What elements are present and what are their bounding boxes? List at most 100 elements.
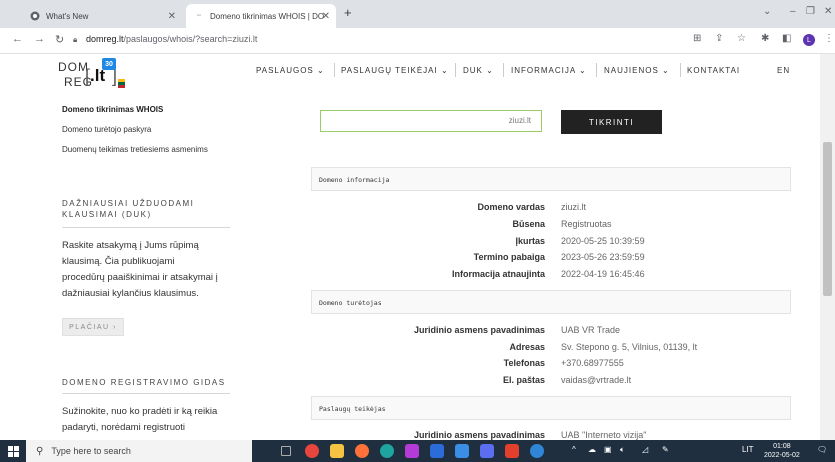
task-view-icon[interactable] [281, 446, 291, 456]
back-icon[interactable]: ← [12, 33, 23, 45]
domreg-favicon-icon: ▫▫ [196, 13, 202, 19]
bookmark-star-icon[interactable]: ☆ [737, 33, 746, 44]
nav-language-en[interactable]: EN [777, 66, 790, 75]
field-value: Sv. Stepono g. 5, Vilnius, 01139, lt [561, 342, 698, 352]
network-icon[interactable]: ◿ [642, 445, 648, 454]
outlook-icon[interactable] [455, 444, 469, 458]
powerpoint-icon[interactable] [505, 444, 519, 458]
field-value[interactable]: vaidas@vrtrade.lt [561, 375, 631, 385]
nav-paslaugos[interactable]: PASLAUGOS ⌄ [256, 66, 325, 75]
faq-text: Raskite atsakymą į Jums rūpimą klausimą.… [62, 238, 237, 302]
lithuanian-flag-icon [118, 79, 125, 88]
domreg-logo[interactable]: DOM REG [ .lt ] 30 [58, 58, 128, 92]
field-value: +370.68977555 [561, 358, 624, 368]
provider-header: Paslaugų teikėjas [311, 396, 791, 420]
maximize-icon[interactable]: ❐ [806, 6, 815, 17]
tab-domreg-whois[interactable]: ▫▫ Domeno tikrinimas WHOIS | DO ✕ [186, 4, 336, 28]
guide-text-line: padaryti, norėdami registruoti [62, 422, 186, 433]
forward-icon[interactable]: → [34, 33, 45, 45]
new-tab-button[interactable]: + [344, 5, 352, 20]
scrollbar-thumb[interactable] [823, 142, 832, 296]
field-value: 2023-05-26 23:59:59 [561, 252, 645, 262]
clock-time: 01:08 [773, 443, 791, 450]
faq-text-line: dažniausiai kylančius klausimus. [62, 288, 199, 299]
taskbar-search-box[interactable]: ⚲ Type here to search [26, 440, 252, 462]
pen-icon[interactable]: ✎ [662, 445, 669, 454]
chrome-taskbar-icon[interactable] [305, 444, 319, 458]
url-field[interactable]: domreg.lt/paslaugos/whois/?search=ziuzi.… [86, 34, 257, 44]
edge-icon[interactable] [380, 444, 394, 458]
volume-icon[interactable]: 🔈︎ [620, 445, 625, 455]
app-icon[interactable] [405, 444, 419, 458]
faq-text-line: procedūrų paaiškinimai ir atsakymai į [62, 272, 218, 283]
store-icon[interactable] [480, 444, 494, 458]
onedrive-icon[interactable]: ☁ [588, 445, 596, 454]
tab-title: Domeno tikrinimas WHOIS | DO [210, 11, 325, 21]
close-icon[interactable]: ✕ [322, 11, 330, 22]
guide-text: Sužinokite, nuo ko pradėti ir ką reikia … [62, 404, 237, 436]
display-icon[interactable]: ▣ [604, 445, 612, 454]
nav-duk[interactable]: DUK ⌄ [463, 66, 494, 75]
field-label: Adresas [509, 342, 545, 352]
close-window-icon[interactable]: ✕ [824, 6, 832, 17]
menu-kebab-icon[interactable]: ⋮ [824, 33, 834, 44]
taskbar-clock[interactable]: 01:08 2022-05-02 [764, 442, 800, 460]
share-icon[interactable]: ⇪ [715, 33, 723, 44]
nav-kontaktai[interactable]: KONTAKTAI [687, 66, 740, 75]
domain-search-input[interactable]: ziuzi.lt [320, 110, 542, 132]
faq-divider [62, 227, 230, 228]
translate-icon[interactable]: ⊞ [693, 33, 701, 44]
firefox-icon[interactable] [355, 444, 369, 458]
field-label: Domeno vardas [477, 202, 545, 212]
nav-informacija[interactable]: INFORMACIJA ⌄ [511, 66, 587, 75]
field-label: Juridinio asmens pavadinimas [413, 325, 545, 335]
site-header: DOM REG [ .lt ] 30 [0, 54, 835, 96]
field-value: ziuzi.lt [561, 202, 587, 212]
reload-icon[interactable]: ↻ [55, 33, 64, 46]
word-icon[interactable] [430, 444, 444, 458]
side-panel-icon[interactable]: ◧ [782, 33, 791, 44]
close-icon[interactable]: ✕ [168, 11, 176, 22]
file-explorer-icon[interactable] [330, 444, 344, 458]
guide-divider [62, 393, 230, 394]
tab-title: What's New [46, 11, 89, 21]
extensions-icon[interactable]: ✱ [761, 33, 769, 44]
input-language[interactable]: LIT [742, 445, 754, 454]
windows-start-icon[interactable] [0, 440, 26, 462]
sidebar-link-whois[interactable]: Domeno tikrinimas WHOIS [62, 105, 163, 114]
faq-text-line: klausimą. Čia publikuojami [62, 256, 175, 267]
windows-taskbar: ⚲ Type here to search ^ ☁ ▣ 🔈︎ ◿ ✎ LIT 0… [0, 440, 835, 462]
field-label: Termino pabaiga [473, 252, 545, 262]
browser-tab-strip: What's New ✕ ▫▫ Domeno tikrinimas WHOIS … [0, 0, 835, 28]
faq-more-button[interactable]: PLAČIAU › [62, 318, 124, 336]
nav-divider [455, 63, 456, 77]
app-icon[interactable] [530, 444, 544, 458]
sidebar-link-third-party-data[interactable]: Duomenų teikimas tretiesiems asmenims [62, 145, 208, 154]
field-label: El. paštas [502, 375, 545, 385]
taskbar-search-placeholder: Type here to search [51, 446, 131, 456]
field-value: UAB VR Trade [561, 325, 621, 335]
notifications-icon[interactable]: 🗨︎ [817, 445, 827, 454]
address-bar-row: ← → ↻ 🔒︎ domreg.lt/paslaugos/whois/?sear… [0, 28, 835, 54]
minimize-icon[interactable]: – [790, 6, 796, 17]
field-value: 2020-05-25 10:39:59 [561, 236, 645, 246]
check-button[interactable]: TIKRINTI [561, 110, 662, 134]
search-icon: ⚲ [36, 445, 44, 457]
faq-text-line: Raskite atsakymą į Jums rūpimą [62, 240, 199, 251]
clock-date: 2022-05-02 [764, 452, 800, 459]
url-path: /paslaugos/whois/?search=ziuzi.lt [123, 34, 258, 44]
tray-chevron-icon[interactable]: ^ [572, 445, 576, 454]
field-value: 2022-04-19 16:45:46 [561, 269, 645, 279]
guide-heading: DOMENO REGISTRAVIMO GIDAS [62, 378, 226, 387]
field-label: Juridinio asmens pavadinimas [413, 430, 545, 440]
nav-naujienos[interactable]: NAUJIENOS ⌄ [604, 66, 670, 75]
tab-search-icon[interactable]: ⌄ [763, 6, 771, 17]
sidebar-link-holder-account[interactable]: Domeno turėtojo paskyra [62, 125, 151, 134]
faq-heading-line: KLAUSIMAI (DUK) [62, 210, 152, 219]
lock-icon[interactable]: 🔒︎ [73, 35, 77, 45]
guide-text-line: Sužinokite, nuo ko pradėti ir ką reikia [62, 406, 218, 417]
tab-whats-new[interactable]: What's New ✕ [22, 4, 182, 28]
profile-avatar[interactable]: L [803, 34, 815, 46]
nav-divider [334, 63, 335, 77]
nav-paslaugu-teikejai[interactable]: PASLAUGŲ TEIKĖJAI ⌄ [341, 66, 449, 75]
